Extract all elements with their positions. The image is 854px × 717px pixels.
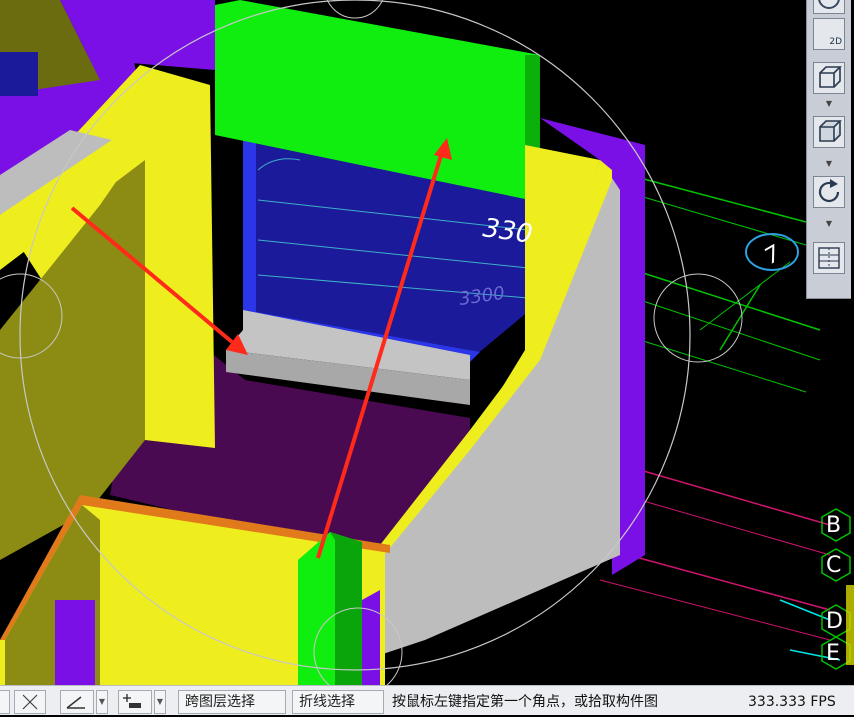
angle-icon[interactable] <box>60 690 94 714</box>
wall-blue-block <box>0 52 38 96</box>
view-2d-label: 2D <box>829 37 842 47</box>
insert-point-icon[interactable] <box>118 690 152 714</box>
view-toolbar: 2D ▼ ▼ ▼ <box>806 0 851 299</box>
ortho-toggle-button[interactable] <box>0 690 10 714</box>
command-prompt-text: 按鼠标左键指定第一个角点，或拾取构件图 <box>392 694 658 710</box>
box-3d-icon[interactable] <box>813 62 845 94</box>
selection-circle-top <box>326 0 384 19</box>
axis-label-e: E <box>826 641 840 666</box>
door-opening-purple <box>55 600 95 685</box>
rotate-dropdown-icon[interactable]: ▼ <box>825 220 833 228</box>
box-3d-dropdown-icon[interactable]: ▼ <box>825 100 833 108</box>
axis-label-b: B <box>826 513 842 538</box>
cross-layer-select-button[interactable]: 跨图层选择 <box>178 690 286 714</box>
box-iso-icon[interactable] <box>813 116 845 148</box>
orbit-icon[interactable] <box>813 0 845 14</box>
rotate-icon[interactable] <box>813 176 845 208</box>
axis-bubble-7-label: 7 <box>761 241 786 270</box>
axis-label-c: C <box>826 553 842 578</box>
box-iso-dropdown-icon[interactable]: ▼ <box>825 160 833 168</box>
axis-labels: B C D E <box>816 505 854 685</box>
view-2d-button[interactable]: 2D <box>813 18 845 50</box>
wall-purple-bottom <box>362 590 380 685</box>
angle-dropdown-icon[interactable]: ▼ <box>96 690 108 714</box>
layer-panel-icon[interactable] <box>813 242 845 274</box>
axis-label-d: D <box>826 609 843 634</box>
polyline-select-button[interactable]: 折线选择 <box>292 690 384 714</box>
snap-off-icon[interactable] <box>14 690 46 714</box>
insert-point-dropdown-icon[interactable]: ▼ <box>154 690 166 714</box>
status-bar: ▼ ▼ 跨图层选择 折线选择 按鼠标左键指定第一个角点，或拾取构件图 333.3… <box>0 685 854 715</box>
model-scene[interactable]: 330 3300 7 <box>0 0 854 685</box>
selection-circle-right <box>653 273 743 363</box>
fps-readout: 333.333 FPS <box>748 694 836 710</box>
3d-viewport[interactable]: 330 3300 7 B C D E 2D ▼ ▼ ▼ <box>0 0 854 685</box>
